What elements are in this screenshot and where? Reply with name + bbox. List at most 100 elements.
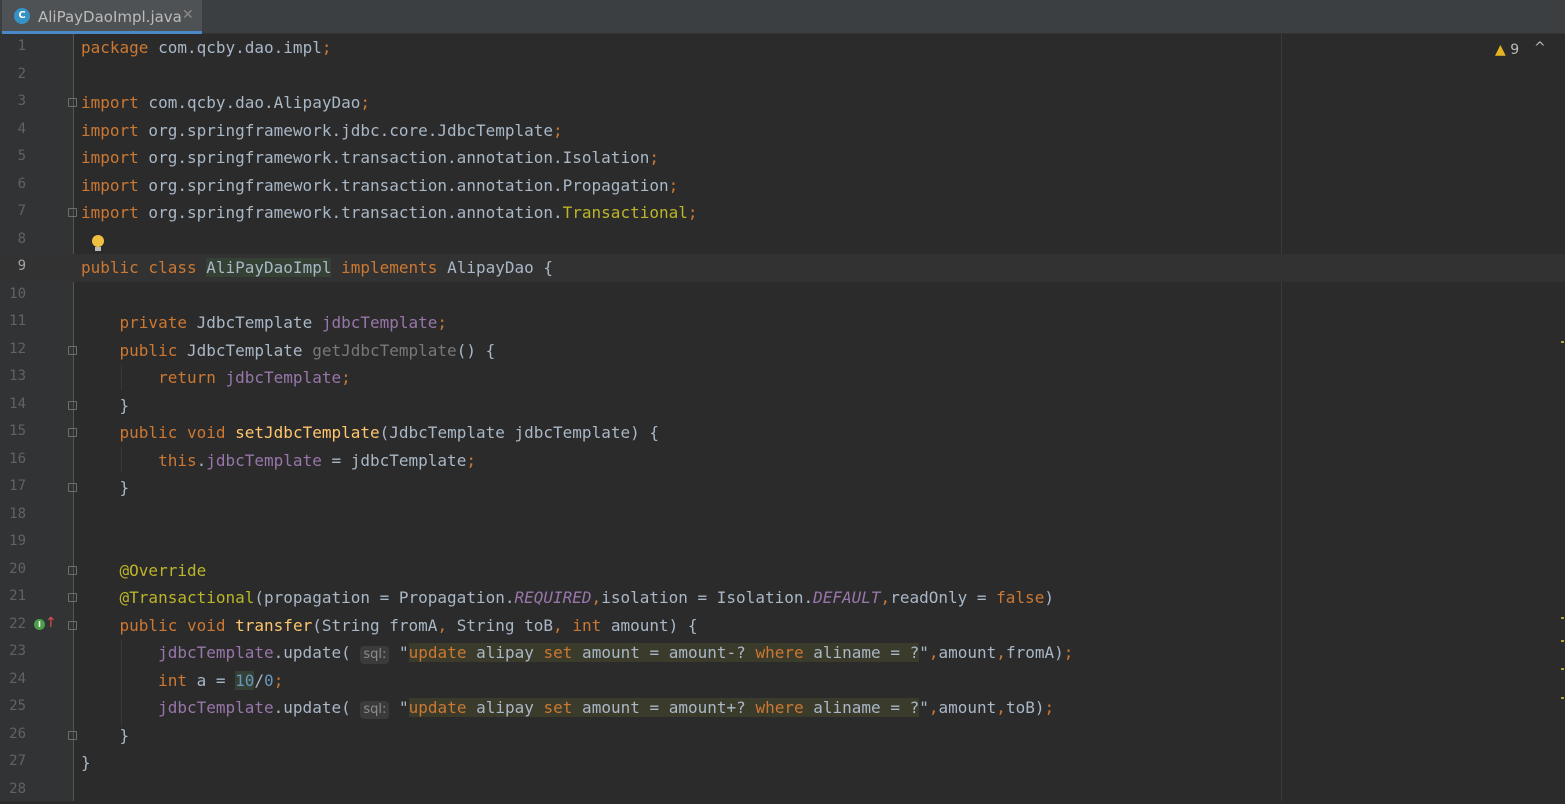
code-line[interactable]: 25 jdbcTemplate.update( sql: "update ali… [0, 694, 1565, 722]
fold-marker[interactable] [68, 566, 77, 575]
code-text[interactable]: @Transactional(propagation = Propagation… [81, 587, 1054, 608]
fold-marker[interactable] [68, 621, 77, 630]
code-line[interactable]: 13 return jdbcTemplate; [0, 364, 1565, 392]
code-token: (String fromA [312, 616, 437, 635]
code-line[interactable]: 7import org.springframework.transaction.… [0, 199, 1565, 227]
code-text[interactable]: jdbcTemplate.update( sql: "update alipay… [81, 642, 1073, 664]
fold-marker[interactable] [68, 483, 77, 492]
scrollbar-mark[interactable] [1561, 341, 1564, 343]
code-line[interactable]: 3import com.qcby.dao.AlipayDao; [0, 89, 1565, 117]
code-line[interactable]: 24 int a = 10/0; [0, 667, 1565, 695]
code-line[interactable]: 17 } [0, 474, 1565, 502]
override-arrow-icon[interactable]: ↑ [45, 615, 57, 631]
code-token: import [81, 121, 139, 140]
code-token: () { [457, 341, 496, 360]
code-line[interactable]: 27} [0, 749, 1565, 777]
code-text[interactable]: import org.springframework.transaction.a… [81, 202, 698, 223]
fold-marker[interactable] [68, 593, 77, 602]
code-line[interactable]: 23 jdbcTemplate.update( sql: "update ali… [0, 639, 1565, 667]
code-line[interactable]: 16 this.jdbcTemplate = jdbcTemplate; [0, 447, 1565, 475]
code-text[interactable]: package com.qcby.dao.impl; [81, 37, 331, 58]
code-token: false [996, 588, 1044, 607]
code-text[interactable]: private JdbcTemplate jdbcTemplate; [81, 312, 447, 333]
code-line[interactable]: 22 public void transfer(String fromA, St… [0, 612, 1565, 640]
code-text[interactable]: public class AliPayDaoImpl implements Al… [81, 257, 553, 278]
scrollbar-mark[interactable] [1561, 668, 1564, 670]
chevron-up-icon[interactable]: ^ [1534, 40, 1546, 56]
overridden-method-icon[interactable]: I [34, 619, 45, 630]
line-number: 21 [0, 588, 26, 604]
code-token: , [881, 588, 891, 607]
line-number: 1 [0, 38, 26, 54]
warning-icon: ▲ [1495, 42, 1506, 58]
code-text[interactable]: this.jdbcTemplate = jdbcTemplate; [81, 450, 476, 471]
code-token: amount = amount-? [572, 643, 755, 662]
code-token: amount [939, 698, 997, 717]
fold-marker[interactable] [68, 428, 77, 437]
code-line[interactable]: 28 [0, 777, 1565, 804]
code-token: jdbcTemplate [322, 313, 438, 332]
scrollbar-mark[interactable] [1561, 640, 1564, 642]
fold-marker[interactable] [68, 98, 77, 107]
code-text[interactable]: import org.springframework.transaction.a… [81, 175, 678, 196]
code-text[interactable]: public JdbcTemplate getJdbcTemplate() { [81, 340, 495, 361]
close-icon[interactable]: ✕ [182, 7, 194, 23]
code-line[interactable]: 21 @Transactional(propagation = Propagat… [0, 584, 1565, 612]
code-text[interactable]: public void transfer(String fromA, Strin… [81, 615, 698, 636]
code-token: amount) { [601, 616, 697, 635]
code-text[interactable]: jdbcTemplate.update( sql: "update alipay… [81, 697, 1054, 719]
code-token: where [755, 698, 803, 717]
code-line[interactable]: 19 [0, 529, 1565, 557]
code-token: .update( [274, 643, 361, 662]
code-text[interactable]: @Override [81, 560, 206, 581]
code-text[interactable]: import org.springframework.transaction.a… [81, 147, 659, 168]
code-text[interactable]: } [81, 477, 129, 498]
code-token: public void [120, 423, 226, 442]
code-line[interactable]: 1 package com.qcby.dao.impl; [0, 34, 1565, 62]
code-line[interactable]: 15 public void setJdbcTemplate(JdbcTempl… [0, 419, 1565, 447]
code-text[interactable]: public void setJdbcTemplate(JdbcTemplate… [81, 422, 659, 443]
fold-marker[interactable] [68, 731, 77, 740]
tab-alipaydaoimpl[interactable]: C AliPayDaoImpl.java ✕ [2, 0, 202, 34]
code-line[interactable]: 4import org.springframework.jdbc.core.Jd… [0, 117, 1565, 145]
scrollbar-mark[interactable] [1561, 697, 1564, 699]
code-token: ; [1044, 698, 1054, 717]
line-number: 28 [0, 781, 26, 797]
code-line[interactable]: 26 } [0, 722, 1565, 750]
code-token: , [553, 616, 563, 635]
code-token: JdbcTemplate [177, 341, 312, 360]
code-line[interactable]: 2 [0, 62, 1565, 90]
fold-marker[interactable] [68, 401, 77, 410]
code-line[interactable]: 5import org.springframework.transaction.… [0, 144, 1565, 172]
code-line[interactable]: 18 [0, 502, 1565, 530]
code-editor[interactable]: 1 package com.qcby.dao.impl; 23import com.… [0, 34, 1565, 801]
code-line[interactable]: 8 [0, 227, 1565, 255]
code-token: / [254, 671, 264, 690]
code-token [81, 341, 120, 360]
lightbulb-icon[interactable] [92, 235, 104, 247]
code-token: ) [1044, 588, 1054, 607]
code-text[interactable]: } [81, 725, 129, 746]
code-token [197, 258, 207, 277]
inspection-warnings[interactable]: ▲ 9 [1495, 42, 1519, 58]
scrollbar-mark[interactable] [1561, 617, 1564, 619]
fold-marker[interactable] [68, 208, 77, 217]
line-number: 8 [0, 231, 26, 247]
code-text[interactable]: import com.qcby.dao.AlipayDao; [81, 92, 370, 113]
code-line[interactable]: 10 [0, 282, 1565, 310]
code-line[interactable]: 9public class AliPayDaoImpl implements A… [0, 254, 1565, 282]
code-text[interactable]: int a = 10/0; [81, 670, 283, 691]
code-line[interactable]: 6import org.springframework.transaction.… [0, 172, 1565, 200]
code-line[interactable]: 12 public JdbcTemplate getJdbcTemplate()… [0, 337, 1565, 365]
code-text[interactable]: } [81, 395, 129, 416]
code-token [81, 423, 120, 442]
code-token: } [81, 726, 129, 745]
code-line[interactable]: 14 } [0, 392, 1565, 420]
fold-marker[interactable] [68, 346, 77, 355]
code-line[interactable]: 11 private JdbcTemplate jdbcTemplate; [0, 309, 1565, 337]
code-line[interactable]: 20 @Override [0, 557, 1565, 585]
code-token: return [158, 368, 216, 387]
code-text[interactable]: import org.springframework.jdbc.core.Jdb… [81, 120, 563, 141]
code-text[interactable]: } [81, 752, 91, 773]
line-number: 24 [0, 671, 26, 687]
